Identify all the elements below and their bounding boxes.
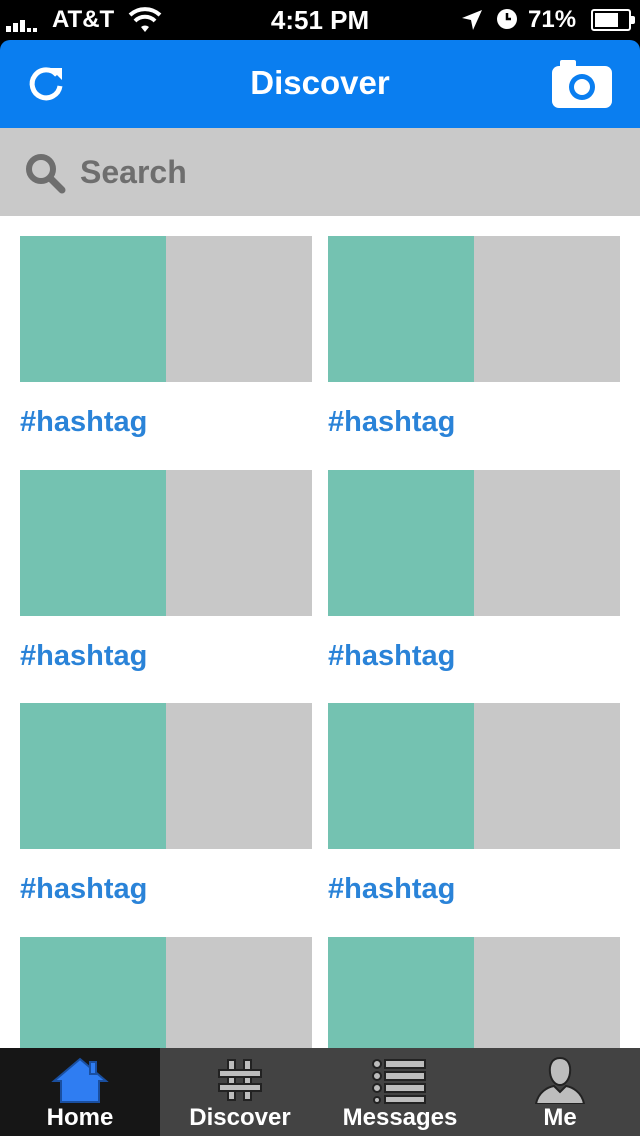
hashtag-label[interactable]: #hashtag [20, 640, 312, 672]
hashtag-thumbnail[interactable] [328, 236, 620, 382]
tab-label: Messages [342, 1104, 458, 1131]
hashtag-label[interactable]: #hashtag [328, 640, 620, 672]
hashtag-label[interactable]: #hashtag [20, 406, 312, 438]
hashtag-grid: #hashtag #hashtag #hashtag #hashtag #has… [20, 236, 620, 1048]
alarm-clock-icon [497, 9, 517, 29]
hashtag-thumbnail[interactable] [20, 236, 312, 382]
nav-bar: Discover [0, 40, 640, 128]
search-input[interactable] [80, 150, 600, 194]
hashtag-tile[interactable]: #hashtag [20, 469, 312, 704]
discover-content: #hashtag #hashtag #hashtag #hashtag #has… [0, 216, 640, 1048]
hashtag-tile[interactable]: #hashtag [20, 236, 312, 470]
tab-me[interactable]: Me [480, 1048, 640, 1136]
person-icon [534, 1056, 586, 1104]
search-bar[interactable] [0, 128, 640, 216]
hashtag-tile[interactable]: #hashtag [20, 703, 312, 937]
hashtag-thumbnail[interactable] [20, 936, 312, 1048]
hashtag-thumbnail[interactable] [20, 703, 312, 849]
hashtag-tile[interactable] [20, 936, 312, 1048]
search-icon [26, 154, 66, 194]
battery-percent: 71% [528, 6, 577, 33]
hashtag-tile[interactable]: #hashtag [328, 469, 620, 704]
list-icon [372, 1059, 426, 1104]
tab-messages[interactable]: Messages [320, 1048, 480, 1136]
tab-discover[interactable]: Discover [160, 1048, 320, 1136]
tab-label: Me [543, 1104, 577, 1131]
hashtag-thumbnail[interactable] [328, 469, 620, 616]
location-arrow-icon [462, 10, 482, 30]
hashtag-label[interactable]: #hashtag [20, 873, 312, 905]
tab-bar: Home Discover Messages Me [0, 1048, 640, 1136]
home-icon [51, 1057, 109, 1103]
hashtag-thumbnail[interactable] [328, 703, 620, 849]
hashtag-tile[interactable]: #hashtag [328, 236, 620, 470]
tab-label: Home [46, 1104, 114, 1131]
camera-icon[interactable] [550, 58, 614, 110]
status-bar: AT&T 4:51 PM 71% [0, 0, 640, 40]
hashtag-label[interactable]: #hashtag [328, 406, 620, 438]
hashtag-icon [218, 1059, 262, 1101]
hashtag-tile[interactable]: #hashtag [328, 703, 620, 937]
hashtag-thumbnail[interactable] [20, 469, 312, 616]
hashtag-tile[interactable] [328, 936, 620, 1048]
battery-icon [591, 9, 635, 31]
tab-label: Discover [189, 1104, 291, 1131]
tab-home[interactable]: Home [0, 1048, 160, 1136]
hashtag-label[interactable]: #hashtag [328, 873, 620, 905]
hashtag-thumbnail[interactable] [328, 936, 620, 1048]
page-title: Discover [250, 64, 390, 101]
